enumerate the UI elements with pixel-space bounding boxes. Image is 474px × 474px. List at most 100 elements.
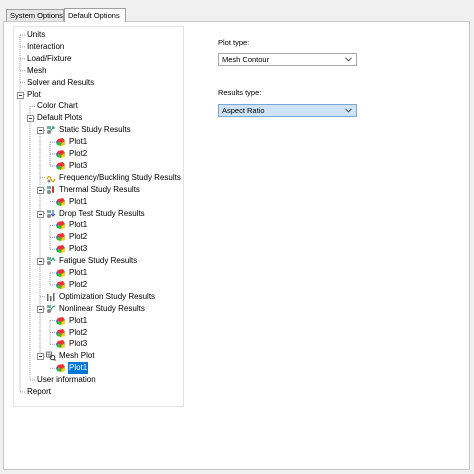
results-type-dropdown[interactable]: Aspect Ratio [218, 104, 357, 117]
frequency-study-icon [46, 175, 56, 183]
tree-item-plot[interactable]: Plot3 [56, 160, 88, 172]
tree-item[interactable]: Report [26, 386, 52, 398]
results-type-label: Results type: [218, 88, 262, 97]
tree-item-label: Plot2 [69, 232, 88, 242]
tree-item-label: Plot3 [69, 244, 88, 254]
result-plot-icon [56, 197, 65, 206]
tree-item[interactable]: Thermal Study Results [46, 184, 141, 196]
collapse-toggle-icon[interactable] [37, 258, 44, 266]
tree-item-plot[interactable]: Plot1 [56, 362, 89, 375]
drop-test-study-icon [47, 209, 56, 218]
tree-item-label: Plot1 [69, 220, 88, 230]
collapse-toggle-icon[interactable] [27, 115, 34, 123]
tree-item-label: Mesh [27, 65, 47, 75]
tree-item-label: Color Chart [37, 101, 78, 111]
result-plot-icon [56, 269, 65, 277]
optimization-study-icon [47, 292, 55, 301]
tree-item-label: Interaction [27, 41, 65, 51]
tree-item-label: Plot1 [69, 137, 88, 147]
tree-item[interactable]: Color Chart [36, 100, 79, 112]
tree-item[interactable]: Static Study Results [46, 124, 132, 136]
static-study-icon [47, 126, 55, 135]
tree-item-plot[interactable]: Plot1 [56, 267, 88, 279]
tree-item[interactable]: Load/Fixture [26, 53, 72, 65]
result-plot-icon [56, 280, 65, 289]
options-panel: Units Interaction Load/Fixture Mesh Solver a… [3, 21, 470, 470]
result-plot-icon [56, 161, 65, 170]
tree-item-label: Plot2 [69, 327, 88, 337]
tree-item-label: Plot1 [69, 196, 88, 206]
tree-item-label: Frequency/Buckling Study Results [59, 172, 181, 182]
tree-item-plot[interactable]: Plot3 [56, 338, 88, 350]
tree-item[interactable]: Optimization Study Results [46, 291, 156, 303]
tree-item-plot[interactable]: Plot3 [56, 243, 88, 255]
thermal-study-icon [47, 185, 54, 194]
plot-type-dropdown[interactable]: Mesh Contour [218, 53, 357, 66]
tree-item-label: Static Study Results [59, 125, 131, 135]
tree-item-plot[interactable]: Plot2 [56, 327, 88, 339]
tree-item[interactable]: Interaction [26, 41, 65, 53]
tree-item[interactable]: Drop Test Study Results [46, 208, 146, 220]
collapse-toggle-icon[interactable] [37, 305, 44, 313]
plot-type-label: Plot type: [218, 38, 250, 47]
tree-item-plot[interactable]: Plot1 [56, 315, 88, 327]
tree-item-label: Nonlinear Study Results [59, 303, 145, 313]
collapse-toggle-icon[interactable] [37, 127, 44, 135]
result-plot-icon [56, 233, 65, 242]
tree-item-label: Plot [27, 89, 41, 99]
tree-item-label: Drop Test Study Results [59, 208, 145, 218]
result-plot-icon [56, 364, 65, 373]
tree-item-plot[interactable]: Plot2 [56, 148, 88, 160]
tree-item-label: Optimization Study Results [59, 291, 156, 301]
tree-item-label: Mesh Plot [59, 351, 95, 361]
nonlinear-study-icon [47, 304, 56, 313]
tree-item[interactable]: Solver and Results [26, 77, 95, 89]
tree-item-plot[interactable]: Plot2 [56, 231, 88, 243]
tree-item-label: Load/Fixture [27, 53, 72, 63]
result-plot-icon [56, 245, 65, 254]
result-plot-icon [56, 316, 65, 325]
result-plot-icon [56, 150, 65, 158]
results-type-value: Aspect Ratio [222, 106, 265, 115]
mesh-plot-study-icon [46, 351, 56, 362]
tree-item[interactable]: Mesh Plot [46, 350, 96, 362]
plot-type-value: Mesh Contour [222, 55, 270, 64]
tree-item-label: Plot1 [69, 268, 88, 277]
collapse-toggle-icon[interactable] [37, 210, 44, 218]
tree-item-label: Plot3 [69, 339, 88, 349]
tree-item[interactable]: Fatigue Study Results [46, 255, 138, 267]
tree-item-plot[interactable]: Plot1 [56, 219, 88, 231]
tree-item-plot[interactable]: Plot1 [56, 196, 88, 208]
tree-item-label: Plot2 [69, 279, 88, 289]
tab-system-options[interactable]: System Options [6, 9, 64, 21]
tree-item-label: Report [27, 387, 52, 396]
tree-item-plot[interactable]: Plot2 [56, 279, 88, 291]
tab-default-options[interactable]: Default Options [64, 8, 126, 22]
tree-item[interactable]: Default Plots [36, 112, 83, 124]
tree-item-label: Plot1 [69, 315, 88, 325]
result-plot-icon [56, 221, 65, 230]
collapse-toggle-icon[interactable] [17, 91, 24, 99]
collapse-toggle-icon[interactable] [37, 186, 44, 194]
tree-item-label: Plot2 [69, 149, 88, 158]
tree-item-label: Units [27, 30, 46, 39]
result-plot-icon [56, 328, 65, 337]
collapse-toggle-icon[interactable] [37, 353, 44, 361]
tree-item[interactable]: Frequency/Buckling Study Results [46, 172, 182, 184]
options-tree[interactable]: Units Interaction Load/Fixture Mesh Solver a… [13, 26, 184, 407]
tree-item[interactable]: User information [36, 374, 97, 386]
tree-item-label: Solver and Results [27, 77, 95, 87]
tree-item-plot[interactable]: Plot1 [56, 136, 88, 148]
tree-item[interactable]: Plot [26, 89, 42, 101]
tree-item[interactable]: Nonlinear Study Results [46, 303, 146, 315]
result-plot-icon [56, 340, 65, 349]
tree-item-label: Fatigue Study Results [59, 256, 138, 266]
tree-item-label: User information [37, 375, 96, 385]
tree-item-label: Thermal Study Results [59, 184, 140, 194]
tree-item[interactable]: Mesh [26, 65, 48, 77]
chevron-down-icon [345, 57, 352, 62]
tree-item-label: Plot1 [68, 362, 89, 375]
result-plot-icon [56, 138, 65, 147]
tree-item[interactable]: Units [26, 29, 46, 41]
tree-item-label: Default Plots [37, 113, 83, 123]
